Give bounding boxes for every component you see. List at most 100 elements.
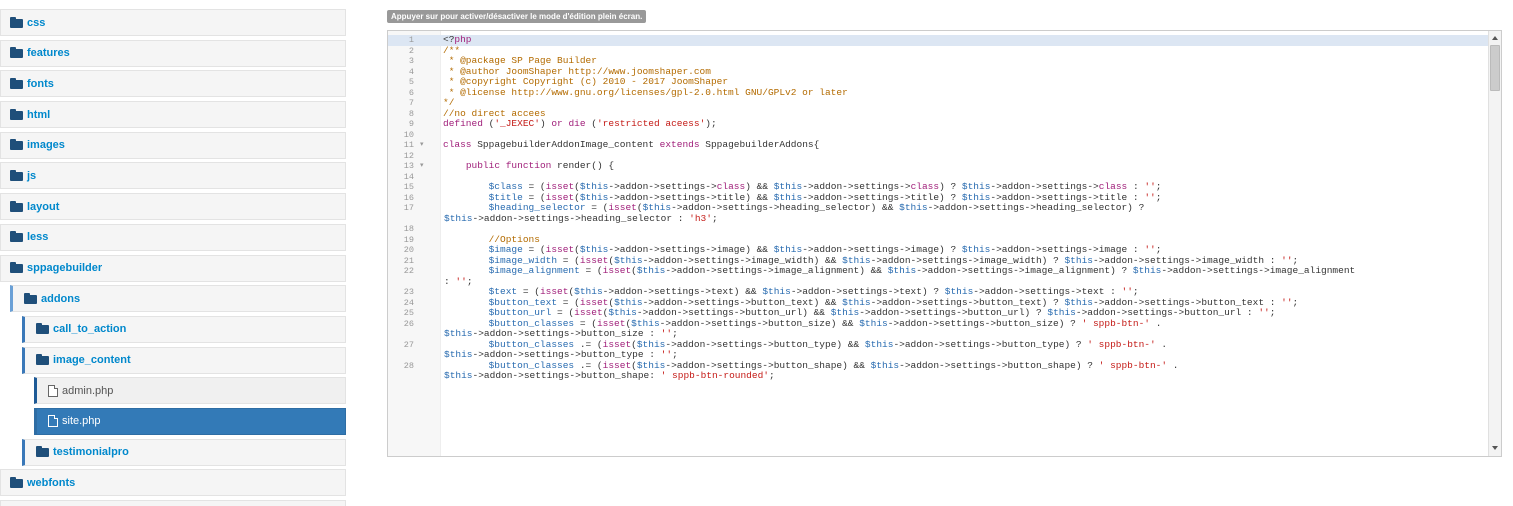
folder-icon: [10, 108, 23, 120]
folder-icon: [36, 323, 49, 335]
tree-item-label: webfonts: [27, 476, 76, 489]
file-icon: [48, 415, 58, 428]
line-number: 23: [403, 287, 414, 297]
code-area[interactable]: 1 <?php 2/** 3 * @package SP Page Builder 4 …: [388, 34, 1489, 456]
folder-icon: [10, 139, 23, 151]
line-number: 22: [403, 266, 414, 276]
code-line[interactable]: 13 ▾ public function render() {: [388, 160, 1489, 172]
folder-item-images[interactable]: images: [0, 131, 346, 159]
fold-toggle-icon[interactable]: ▾: [420, 140, 424, 151]
fold-toggle-icon[interactable]: ▾: [420, 161, 424, 172]
line-number: 14: [403, 171, 414, 182]
code-text: public function render() {: [465, 160, 615, 171]
folder-icon: [10, 169, 23, 181]
line-number: 25: [403, 308, 414, 318]
folder-icon: [36, 354, 49, 366]
code-text: $this->addon->settings->button_type : ''…: [444, 349, 678, 360]
code-line[interactable]: 17 $heading_selector = (isset($this->add…: [388, 202, 1489, 214]
tree-item-label: site.php: [62, 415, 101, 428]
folder-icon: [10, 47, 23, 59]
folder-icon: [10, 200, 23, 212]
folder-icon: [10, 77, 23, 89]
code-line[interactable]: 1 <?php: [388, 34, 1489, 46]
tree-item-label: call_to_action: [53, 323, 127, 336]
tree-next-item-partial: [0, 500, 346, 506]
folder-item-image-content[interactable]: image_content: [22, 346, 346, 374]
folder-item-testimonialpro[interactable]: testimonialpro: [22, 438, 346, 466]
folder-item-layout[interactable]: layout: [0, 193, 346, 221]
line-number: 20: [403, 245, 414, 255]
line-number: 6: [408, 87, 414, 98]
tree-item-label: css: [27, 16, 46, 29]
tree-item-label: js: [27, 169, 37, 182]
folder-item-css[interactable]: css: [0, 9, 346, 36]
code-text: $this->addon->settings->button_shape: ' …: [444, 370, 775, 381]
tree-item-label: admin.php: [62, 384, 114, 397]
code-line[interactable]: 22 $image_alignment = (isset($this->addo…: [388, 265, 1489, 277]
line-number: 11: [403, 140, 414, 150]
code-text: class SppagebuilderAddonImage_content ex…: [443, 139, 820, 150]
code-line[interactable]: 9 defined ('_JEXEC') or die ('restricted …: [388, 118, 1489, 130]
line-number: 16: [403, 192, 414, 203]
code-text: /**: [443, 44, 461, 56]
folder-item-call-to-action[interactable]: call_to_action: [22, 315, 346, 343]
file-item-admin-php[interactable]: admin.php: [34, 377, 346, 405]
tree-item-label: layout: [27, 200, 60, 213]
code-line[interactable]: 6 * @license http://www.gnu.org/licenses…: [388, 86, 1489, 99]
tree-item-label: testimonialpro: [53, 446, 129, 459]
tree-item-label: images: [27, 139, 65, 152]
file-icon: [48, 384, 58, 397]
folder-icon: [36, 446, 49, 458]
line-number: 8: [408, 108, 414, 119]
line-number: 17: [403, 203, 414, 213]
line-number: 21: [403, 255, 414, 266]
folder-icon: [10, 262, 23, 273]
folder-item-less[interactable]: less: [0, 223, 346, 251]
line-number: 27: [403, 339, 414, 350]
tree-item-label: html: [27, 108, 51, 121]
code-text: */: [443, 97, 455, 108]
tree-item-label: features: [27, 47, 70, 60]
code-text: $image_alignment = (isset($this->addon->…: [488, 265, 1356, 276]
folder-icon: [10, 476, 23, 488]
scroll-up-icon[interactable]: [1492, 36, 1498, 40]
code-line[interactable]: 11 ▾ class SppagebuilderAddonImage_content…: [388, 139, 1489, 151]
line-number: 2: [408, 45, 414, 56]
code-line[interactable]: $this->addon->settings->heading_selector…: [388, 212, 1489, 225]
scroll-thumb[interactable]: [1490, 45, 1500, 91]
code-line[interactable]: 7 */: [388, 97, 1489, 109]
code-text: ​: [443, 224, 1489, 235]
line-number: 3: [408, 56, 414, 66]
file-item-site-php[interactable]: site.php: [34, 407, 346, 435]
code-line[interactable]: $this->addon->settings->button_shape: ' …: [388, 370, 1489, 382]
line-number: 24: [403, 297, 414, 308]
folder-icon: [10, 16, 23, 28]
code-text: $this->addon->settings->button_size : ''…: [444, 328, 678, 339]
folder-icon: [10, 231, 23, 243]
folder-item-fonts[interactable]: fonts: [0, 70, 346, 98]
line-number: 12: [403, 150, 414, 161]
folder-item-addons[interactable]: addons: [10, 285, 346, 313]
fullscreen-hint: Appuyer sur pour activer/désactiver le m…: [387, 10, 647, 23]
editor-scrollbar[interactable]: [1488, 31, 1501, 456]
line-number: 15: [403, 182, 414, 192]
folder-item-sppagebuilder[interactable]: sppagebuilder: [0, 254, 346, 282]
code-text: $this->addon->settings->heading_selector…: [444, 212, 718, 224]
tree-item-label: sppagebuilder: [27, 262, 103, 274]
line-number: 10: [403, 129, 414, 140]
tree-item-label: fonts: [27, 77, 54, 90]
folder-item-features[interactable]: features: [0, 39, 346, 67]
tree-item-label: addons: [41, 292, 81, 305]
code-text: * @license http://www.gnu.org/licenses/g…: [443, 86, 848, 98]
code-text: defined ('_JEXEC') or die ('restricted a…: [443, 118, 717, 129]
code-line[interactable]: 18 ​: [388, 224, 1489, 235]
line-number: 1: [408, 35, 414, 45]
code-editor[interactable]: 1 <?php 2/** 3 * @package SP Page Builder 4 …: [387, 30, 1502, 457]
line-number: 5: [408, 77, 414, 87]
folder-item-js[interactable]: js: [0, 162, 346, 190]
code-text: <?php: [443, 34, 472, 45]
folder-item-html[interactable]: html: [0, 101, 346, 129]
folder-item-webfonts[interactable]: webfonts: [0, 469, 346, 497]
scroll-down-icon[interactable]: [1492, 446, 1498, 450]
line-number: 13: [403, 161, 414, 171]
